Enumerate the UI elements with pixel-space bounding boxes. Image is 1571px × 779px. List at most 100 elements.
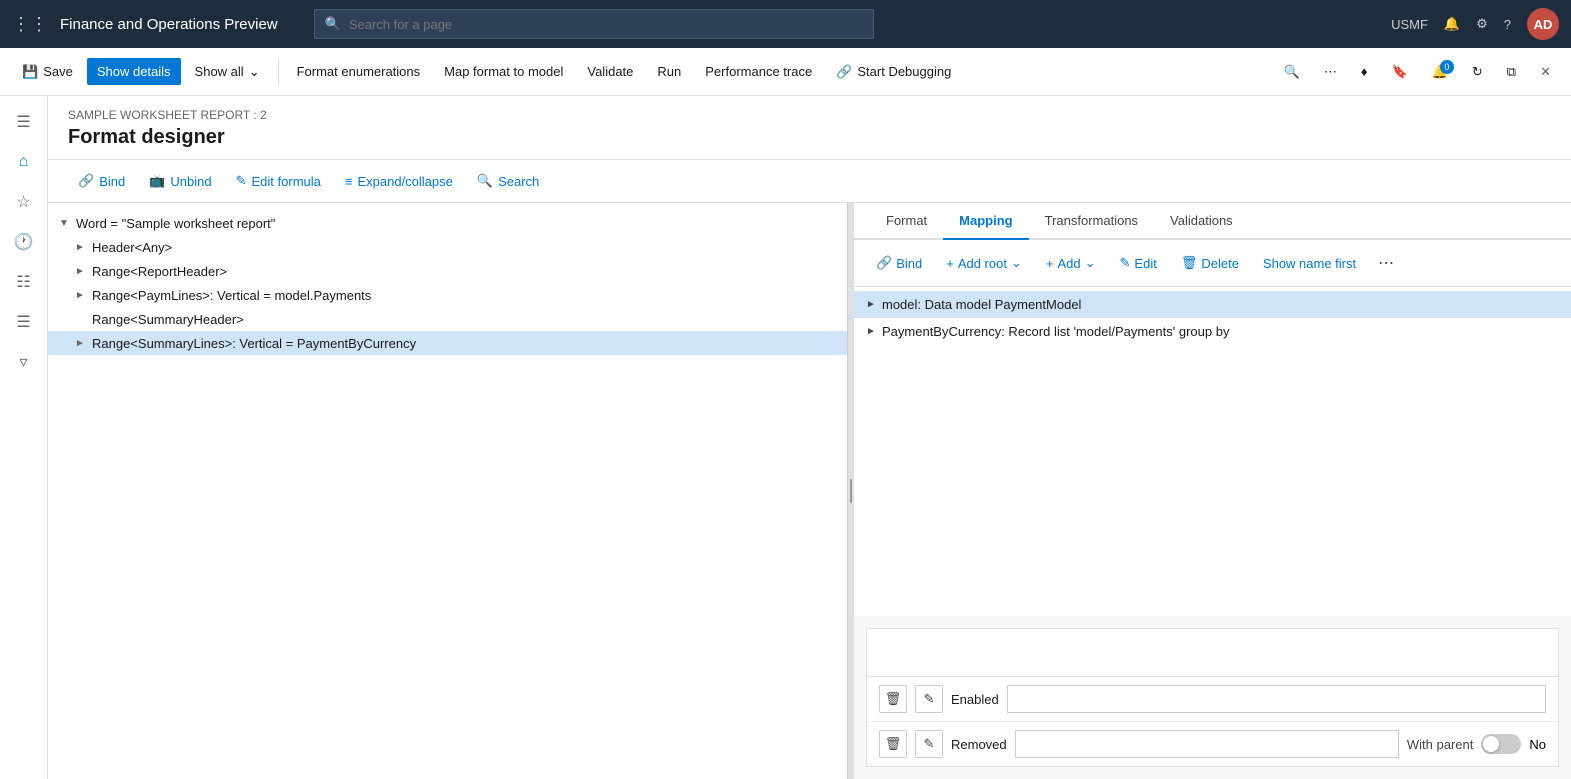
command-bar: 💾 Save Show details Show all ⌄ Format en… <box>0 48 1571 96</box>
org-code: USMF <box>1391 17 1428 32</box>
user-avatar[interactable]: AD <box>1527 8 1559 40</box>
app-grid-icon[interactable]: ⋮⋮ <box>12 14 48 35</box>
top-nav-right: USMF 🔔 ⚙ ? AD <box>1391 8 1559 40</box>
notification-icon[interactable]: 🔔 <box>1444 16 1460 32</box>
settings-icon[interactable]: ⚙ <box>1476 16 1488 32</box>
add-button[interactable]: + Add ⌄ <box>1036 250 1106 276</box>
expand-icon: ► <box>72 239 88 255</box>
removed-input[interactable] <box>1015 730 1399 758</box>
removed-edit-button[interactable]: ✎ <box>915 730 943 758</box>
add-root-button[interactable]: + Add root ⌄ <box>936 250 1032 276</box>
refresh-button[interactable]: ↻ <box>1464 58 1491 86</box>
search-bar[interactable]: 🔍 <box>314 9 874 39</box>
tree-item[interactable]: ▼ Word = "Sample worksheet report" <box>48 211 847 235</box>
search-format-button[interactable]: 🔍 Search <box>467 168 549 194</box>
removed-delete-button[interactable]: 🗑 <box>879 730 907 758</box>
top-navigation: ⋮⋮ Finance and Operations Preview 🔍 USMF… <box>0 0 1571 48</box>
add-root-chevron-icon: ⌄ <box>1011 255 1022 271</box>
more-options-button[interactable]: ⋯ <box>1316 58 1345 86</box>
tab-transformations[interactable]: Transformations <box>1029 203 1154 240</box>
expand-icon: ► <box>72 263 88 279</box>
edit-button[interactable]: ✎ Edit <box>1110 250 1167 276</box>
close-button[interactable]: ✕ <box>1532 58 1559 86</box>
expand-icon: ▼ <box>56 215 72 231</box>
tree-item[interactable]: ► Range<ReportHeader> <box>48 259 847 283</box>
expand-icon <box>72 311 88 327</box>
side-home-icon[interactable]: ⌂ <box>6 144 42 180</box>
search-icon: 🔍 <box>325 16 341 32</box>
help-icon[interactable]: ? <box>1504 17 1511 32</box>
mapping-item-model[interactable]: ► model: Data model PaymentModel <box>854 291 1571 318</box>
show-all-button[interactable]: Show all ⌄ <box>185 58 270 86</box>
enabled-delete-button[interactable]: 🗑 <box>879 685 907 713</box>
save-button[interactable]: 💾 Save <box>12 58 83 86</box>
page-header: SAMPLE WORKSHEET REPORT : 2 Format desig… <box>48 96 1571 160</box>
notifications-button[interactable]: 🔔 0 <box>1424 58 1456 86</box>
enabled-edit-button[interactable]: ✎ <box>915 685 943 713</box>
edit-formula-button[interactable]: ✎ Edit formula <box>226 168 331 194</box>
format-enumerations-button[interactable]: Format enumerations <box>287 58 431 85</box>
search-cmd-button[interactable]: 🔍 <box>1276 58 1308 86</box>
tree-item[interactable]: ► Range<PaymLines>: Vertical = model.Pay… <box>48 283 847 307</box>
tree-item-selected[interactable]: ► Range<SummaryLines>: Vertical = Paymen… <box>48 331 847 355</box>
unbind-button[interactable]: 📺 Unbind <box>139 168 221 194</box>
mapping-pane: Format Mapping Transformations Validatio… <box>854 203 1571 779</box>
tab-mapping[interactable]: Mapping <box>943 203 1028 240</box>
side-favorites-icon[interactable]: ☆ <box>6 184 42 220</box>
tree-item[interactable]: Range<SummaryHeader> <box>48 307 847 331</box>
add-root-icon: + <box>946 256 954 271</box>
tab-format[interactable]: Format <box>870 203 943 240</box>
with-parent-container: With parent No <box>1407 734 1546 754</box>
toggle-knob <box>1483 736 1499 752</box>
formula-input-area[interactable] <box>867 629 1558 677</box>
tab-validations[interactable]: Validations <box>1154 203 1249 240</box>
formula-input[interactable] <box>875 637 1550 652</box>
more-mapping-options-button[interactable]: ⋯ <box>1370 248 1402 278</box>
map-format-to-model-button[interactable]: Map format to model <box>434 58 573 85</box>
run-button[interactable]: Run <box>647 58 691 85</box>
performance-trace-button[interactable]: Performance trace <box>695 58 822 85</box>
mapping-item-payment[interactable]: ► PaymentByCurrency: Record list 'model/… <box>854 318 1571 345</box>
side-modules-icon[interactable]: ☰ <box>6 304 42 340</box>
enabled-row: 🗑 ✎ Enabled <box>867 677 1558 722</box>
format-tree-pane: ▼ Word = "Sample worksheet report" ► Hea… <box>48 203 848 779</box>
start-debugging-button[interactable]: 🔗 Start Debugging <box>826 58 961 86</box>
divider-1 <box>278 60 279 84</box>
bookmark-button[interactable]: 🔖 <box>1384 58 1416 86</box>
main-layout: ☰ ⌂ ☆ 🕐 ☷ ☰ ▿ SAMPLE WORKSHEET REPORT : … <box>0 96 1571 779</box>
add-icon: + <box>1046 256 1054 271</box>
search-format-icon: 🔍 <box>477 173 493 189</box>
side-workspaces-icon[interactable]: ☷ <box>6 264 42 300</box>
mapping-toolbar: 🔗 Bind + Add root ⌄ + Add ⌄ ✎ <box>854 240 1571 287</box>
debug-icon: 🔗 <box>836 64 852 80</box>
content-area: SAMPLE WORKSHEET REPORT : 2 Format desig… <box>48 96 1571 779</box>
show-name-first-button[interactable]: Show name first <box>1253 251 1366 276</box>
unbind-icon: 📺 <box>149 173 165 189</box>
edit-icon: ✎ <box>1120 255 1131 271</box>
bottom-section: 🗑 ✎ Enabled 🗑 ✎ Removed With parent <box>866 628 1559 767</box>
side-filter-icon[interactable]: ▿ <box>6 344 42 380</box>
favorites-button[interactable]: ♦ <box>1353 58 1376 85</box>
splitter-handle <box>850 479 852 503</box>
mapping-bind-button[interactable]: 🔗 Bind <box>866 250 932 276</box>
split-pane: ▼ Word = "Sample worksheet report" ► Hea… <box>48 203 1571 779</box>
enabled-input[interactable] <box>1007 685 1546 713</box>
side-recent-icon[interactable]: 🕐 <box>6 224 42 260</box>
search-input[interactable] <box>349 17 863 32</box>
tree-item[interactable]: ► Header<Any> <box>48 235 847 259</box>
bind-button[interactable]: 🔗 Bind <box>68 168 135 194</box>
add-chevron-icon: ⌄ <box>1085 255 1096 271</box>
with-parent-toggle[interactable] <box>1481 734 1521 754</box>
side-menu-icon[interactable]: ☰ <box>6 104 42 140</box>
show-all-chevron-icon: ⌄ <box>249 64 260 80</box>
validate-button[interactable]: Validate <box>577 58 643 85</box>
mapping-bind-icon: 🔗 <box>876 255 892 271</box>
expand-collapse-button[interactable]: ≡ Expand/collapse <box>335 169 463 194</box>
page-title: Format designer <box>68 126 1551 149</box>
show-details-button[interactable]: Show details <box>87 58 181 85</box>
breadcrumb: SAMPLE WORKSHEET REPORT : 2 <box>68 108 1551 122</box>
delete-button[interactable]: 🗑 Delete <box>1171 250 1249 276</box>
mapping-tabs: Format Mapping Transformations Validatio… <box>854 203 1571 240</box>
new-window-button[interactable]: ⧉ <box>1499 58 1524 86</box>
save-icon: 💾 <box>22 64 38 80</box>
